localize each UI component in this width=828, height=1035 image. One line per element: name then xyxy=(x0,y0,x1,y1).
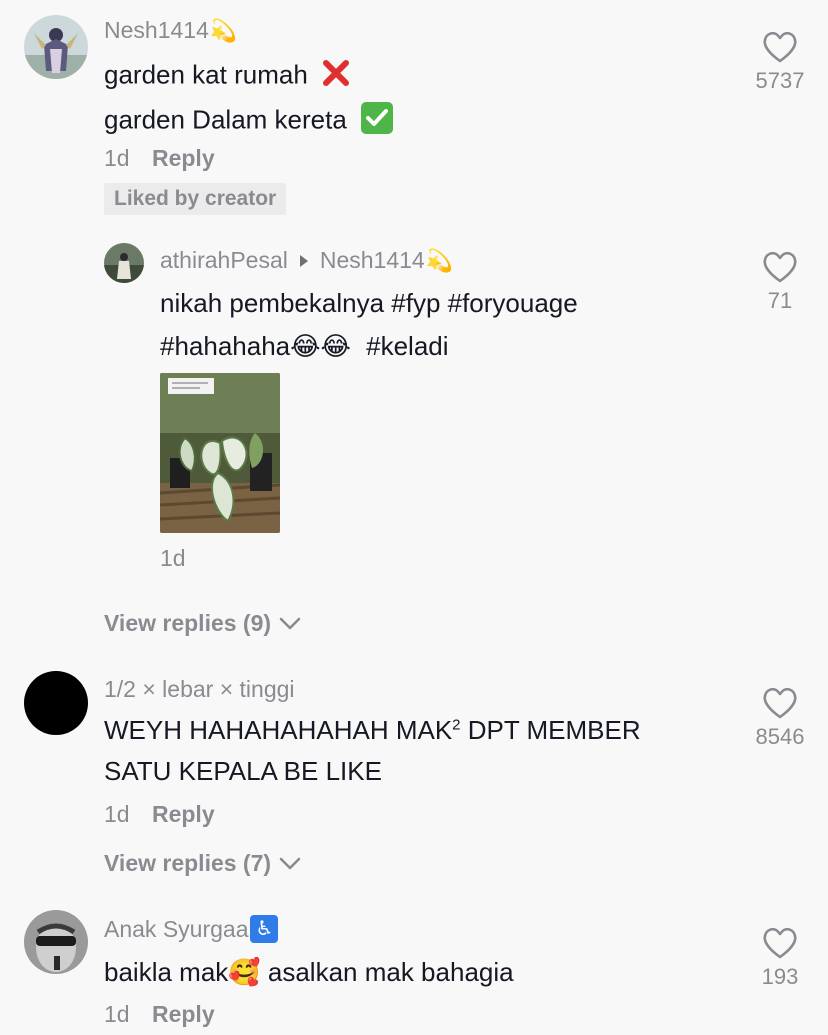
wheelchair-icon: ♿ xyxy=(250,915,279,943)
like-count: 71 xyxy=(767,288,793,313)
comment-time: 1d xyxy=(104,801,130,827)
reply-to-username[interactable]: Nesh1414 xyxy=(320,247,425,274)
comment-time: 1d xyxy=(104,1001,130,1027)
red-cross-icon xyxy=(321,58,351,95)
like-count: 193 xyxy=(761,964,799,989)
green-check-icon xyxy=(360,101,394,142)
comment-username[interactable]: Anak Syurgaa ♿ xyxy=(104,915,279,943)
laughing-emoji-icon: 😂😂 xyxy=(290,331,351,361)
avatar[interactable] xyxy=(24,671,88,735)
avatar[interactable] xyxy=(24,15,88,79)
comment-text-line-1: baikla mak🥰 asalkan mak bahagia xyxy=(104,956,514,988)
superscript: 2 xyxy=(452,716,461,734)
reply-username[interactable]: athirahPesal xyxy=(160,247,288,274)
username-text[interactable]: Nesh1414 xyxy=(104,17,209,44)
comment-text: DPT MEMBER xyxy=(460,715,641,745)
reply-button[interactable]: Reply xyxy=(152,801,215,827)
comment-meta: 1d Reply xyxy=(104,1001,215,1028)
comment-text: garden kat rumah xyxy=(104,59,308,90)
avatar[interactable] xyxy=(24,910,88,974)
chevron-down-icon xyxy=(279,617,301,629)
like-count: 8546 xyxy=(755,724,805,749)
comment-meta: 1d Reply xyxy=(104,801,215,828)
comments-page: Nesh1414 💫 garden kat rumah garden Dalam… xyxy=(0,0,828,1035)
smiling-hearts-emoji-icon: 🥰 xyxy=(228,957,261,987)
dizzy-emoji-icon: 💫 xyxy=(209,17,238,43)
reply-button[interactable]: Reply xyxy=(152,1001,215,1027)
reply-like-button[interactable]: 71 xyxy=(745,250,815,314)
comment-text-line-2: garden Dalam kereta xyxy=(104,101,394,142)
view-replies-label[interactable]: View replies (7) xyxy=(104,850,271,877)
reply-image-thumbnail[interactable] xyxy=(160,373,280,533)
view-replies-label[interactable]: View replies (9) xyxy=(104,610,271,637)
heart-outline-icon[interactable] xyxy=(762,30,798,64)
triangle-right-icon xyxy=(299,254,308,267)
reply-time: 1d xyxy=(160,545,186,571)
like-count: 5737 xyxy=(755,68,805,93)
reply-username-line: athirahPesal Nesh1414 💫 xyxy=(160,247,453,274)
comment-text: garden Dalam kereta xyxy=(104,104,347,135)
dizzy-emoji-icon: 💫 xyxy=(425,247,454,273)
username-text[interactable]: Anak Syurgaa xyxy=(104,916,248,943)
like-button[interactable]: 193 xyxy=(745,926,815,990)
chevron-down-icon xyxy=(279,857,301,869)
comment-text: baikla mak xyxy=(104,957,229,987)
heart-outline-icon[interactable] xyxy=(762,926,798,960)
comment-text: WEYH HAHAHAHAHAH MAK xyxy=(104,715,453,745)
liked-by-creator-badge: Liked by creator xyxy=(104,183,287,215)
heart-outline-icon[interactable] xyxy=(762,250,798,284)
comment-text-line-1: garden kat rumah xyxy=(104,58,351,95)
reply-text-line-2: #hahahaha😂😂 #keladi xyxy=(160,330,449,362)
hashtag-hahahaha[interactable]: #hahahaha xyxy=(160,331,290,361)
comment-username[interactable]: Nesh1414 💫 xyxy=(104,17,237,44)
reply-button[interactable]: Reply xyxy=(152,145,215,171)
comment-text: asalkan mak bahagia xyxy=(260,957,514,987)
view-replies-button[interactable]: View replies (9) xyxy=(104,610,301,637)
comment-meta: 1d Reply xyxy=(104,145,215,172)
comment-username[interactable]: 1/2 × lebar × tinggi xyxy=(104,676,295,703)
reply-avatar[interactable] xyxy=(104,243,144,283)
comment-text-line-1: WEYH HAHAHAHAHAH MAK2 DPT MEMBER xyxy=(104,714,641,746)
view-replies-button[interactable]: View replies (7) xyxy=(104,850,301,877)
comment-time: 1d xyxy=(104,145,130,171)
like-button[interactable]: 8546 xyxy=(745,686,815,750)
hashtag-keladi[interactable]: #keladi xyxy=(366,331,448,361)
reply-text-line-1: nikah pembekalnya #fyp #foryouage xyxy=(160,288,578,318)
like-button[interactable]: 5737 xyxy=(745,30,815,94)
comment-text-line-2: SATU KEPALA BE LIKE xyxy=(104,756,382,786)
heart-outline-icon[interactable] xyxy=(762,686,798,720)
